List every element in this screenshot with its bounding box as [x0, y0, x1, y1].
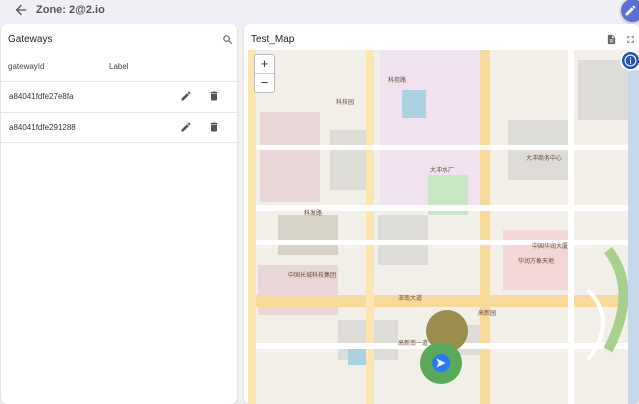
play-icon [432, 354, 450, 372]
top-bar: Zone: 2@2.io [0, 0, 639, 22]
pencil-icon[interactable] [180, 121, 192, 133]
edit-button[interactable] [621, 0, 639, 22]
info-button[interactable] [620, 50, 639, 71]
map-label: 华润万象天地 [518, 259, 555, 265]
map-label: 深南大道 [398, 296, 423, 302]
map-label: 中国长城科技集团 [288, 273, 337, 279]
zoom-control: + − [254, 54, 275, 93]
info-icon [624, 54, 637, 67]
row-divider [1, 142, 237, 143]
trash-icon[interactable] [208, 90, 220, 102]
map-panel: Test_Map 科技园 科苑路 大冲水厂 大冲商务中心 中国华润大厦 深南大道… [244, 24, 639, 404]
column-header-label[interactable]: Label [109, 62, 129, 71]
map-label: 高新园 [478, 311, 497, 317]
arrow-left-icon[interactable] [13, 2, 29, 18]
table-row[interactable]: a84041fdfe291288 [1, 112, 237, 143]
map-label: 大冲商务中心 [526, 156, 563, 162]
zoom-in-button[interactable]: + [255, 55, 274, 74]
trash-icon[interactable] [208, 121, 220, 133]
fullscreen-icon[interactable] [625, 34, 636, 45]
search-icon[interactable] [222, 34, 233, 45]
map-label: 科发路 [304, 211, 323, 217]
map-label: 中国华润大厦 [532, 244, 569, 250]
gateways-panel: Gateways gatewayId Label a84041fdfe27e8f… [1, 24, 237, 404]
gateway-id-cell: a84041fdfe291288 [9, 123, 76, 132]
map-marker-gateway[interactable] [420, 342, 462, 384]
pencil-icon[interactable] [180, 90, 192, 102]
map-label: 科技园 [336, 100, 355, 106]
table-row[interactable]: a84041fdfe27e8fa [1, 81, 237, 112]
map-title: Test_Map [251, 34, 295, 45]
gateways-title: Gateways [8, 34, 53, 45]
pencil-icon [625, 5, 636, 16]
map-label: 高新南一道 [398, 341, 429, 347]
zoom-out-button[interactable]: − [255, 74, 274, 92]
map-label: 科苑路 [388, 78, 407, 84]
map-canvas[interactable]: 科技园 科苑路 大冲水厂 大冲商务中心 中国华润大厦 深南大道 高新园 华润万象… [248, 50, 639, 404]
map-label: 大冲水厂 [430, 168, 455, 174]
page-title: Zone: 2@2.io [36, 4, 105, 16]
gateway-id-cell: a84041fdfe27e8fa [9, 92, 74, 101]
column-header-gatewayid[interactable]: gatewayId [8, 62, 44, 71]
document-icon[interactable] [606, 34, 617, 45]
